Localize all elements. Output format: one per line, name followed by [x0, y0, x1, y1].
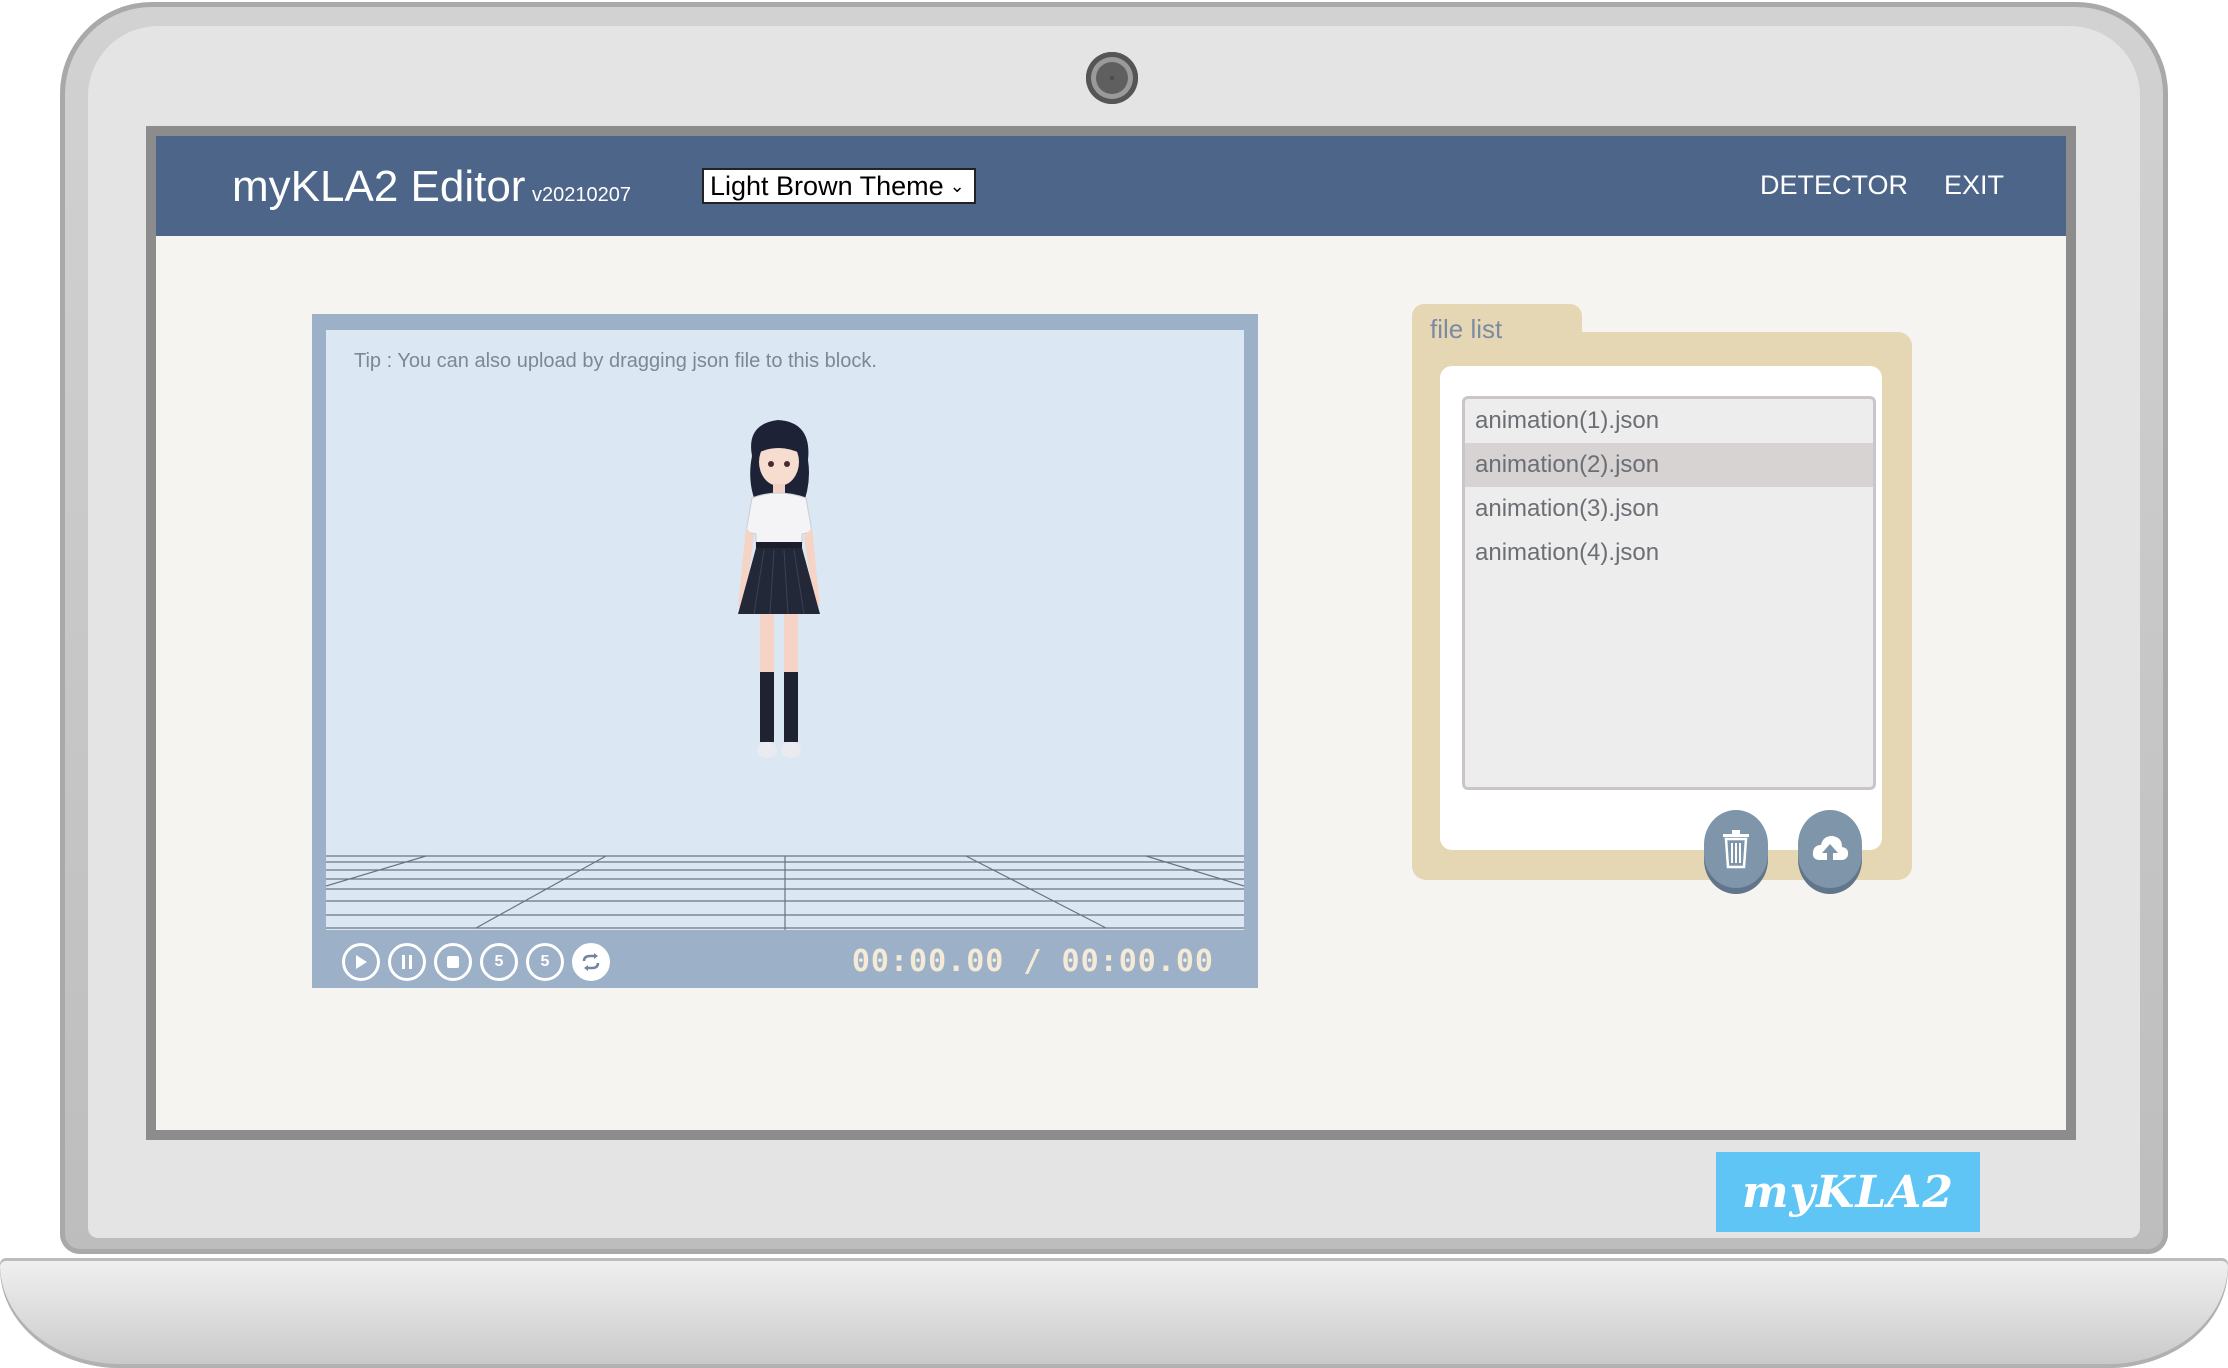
trash-icon [1723, 830, 1749, 869]
delete-button[interactable] [1704, 810, 1768, 888]
pause-button[interactable] [388, 943, 426, 981]
pause-icon [402, 955, 412, 969]
brand-badge: myKLA2 [1716, 1152, 1980, 1232]
upload-tip: Tip : You can also upload by dragging js… [354, 350, 877, 372]
rewind-5-button[interactable]: 5 [480, 943, 518, 981]
theme-select[interactable]: Light Brown Theme ⌄ [702, 168, 976, 204]
upload-button[interactable] [1798, 810, 1862, 888]
list-item[interactable]: animation(4).json [1465, 531, 1873, 575]
stop-button[interactable] [434, 943, 472, 981]
file-listbox[interactable]: animation(1).json animation(2).json anim… [1462, 396, 1876, 790]
file-list-panel: animation(1).json animation(2).json anim… [1412, 332, 1912, 888]
list-item[interactable]: animation(3).json [1465, 487, 1873, 531]
theme-select-value: Light Brown Theme [710, 170, 944, 201]
drop-zone-stage[interactable]: Tip : You can also upload by dragging js… [326, 330, 1244, 930]
list-item-selected[interactable]: animation(2).json [1465, 443, 1873, 487]
timecode: 00:00.00 / 00:00.00 [851, 944, 1214, 979]
top-bar: myKLA2 Editor v20210207 Light Brown Them… [156, 136, 2066, 236]
exit-link[interactable]: EXIT [1944, 170, 2004, 201]
app-title: myKLA2 Editor [232, 162, 526, 211]
app-screen: myKLA2 Editor v20210207 Light Brown Them… [146, 126, 2076, 1140]
app-version: v20210207 [532, 184, 631, 206]
cloud-upload-icon [1812, 836, 1849, 864]
chevron-down-icon: ⌄ [949, 175, 965, 196]
loop-icon [582, 953, 600, 971]
file-list-tab: file list [1412, 304, 1582, 354]
play-button[interactable] [342, 943, 380, 981]
stop-icon [447, 956, 459, 968]
character-model [738, 420, 820, 758]
file-list-card: animation(1).json animation(2).json anim… [1440, 366, 1882, 888]
list-item[interactable]: animation(1).json [1465, 399, 1873, 443]
animation-viewer[interactable]: Tip : You can also upload by dragging js… [312, 314, 1258, 988]
loop-button[interactable] [572, 943, 610, 981]
file-list-title: file list [1430, 314, 1503, 344]
webcam-icon [1086, 52, 1138, 104]
forward-5-button[interactable]: 5 [526, 943, 564, 981]
play-icon [356, 955, 367, 969]
playback-controls: 5 5 00:00.00 / 00:00.00 [312, 930, 1258, 988]
rewind-5-icon: 5 [494, 953, 504, 970]
detector-link[interactable]: DETECTOR [1760, 170, 1908, 201]
forward-5-icon: 5 [540, 953, 550, 970]
laptop-base [0, 1258, 2228, 1368]
